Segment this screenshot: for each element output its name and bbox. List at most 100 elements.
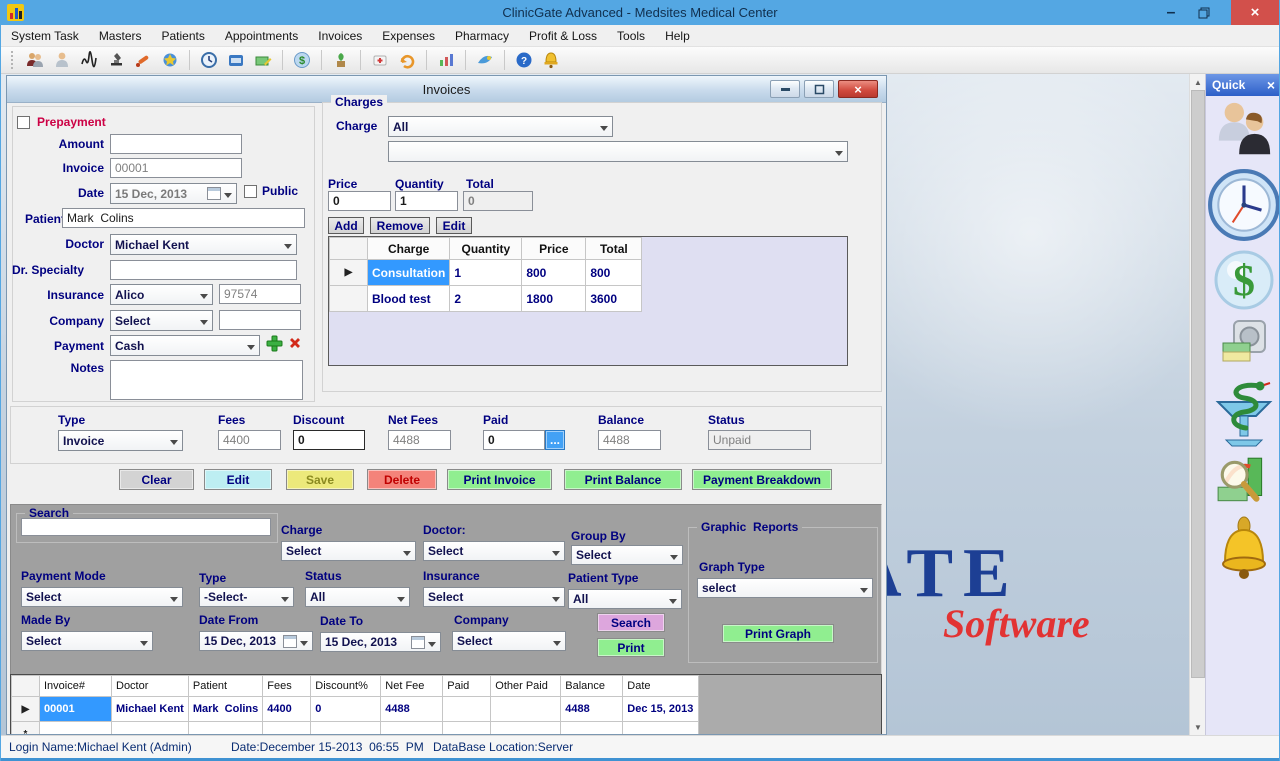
reports-bird-icon[interactable]	[475, 50, 495, 70]
appointments-clock-icon[interactable]	[1206, 168, 1280, 242]
charges-grid-row[interactable]: ▶ Consultation 1 800 800	[330, 260, 642, 286]
cell[interactable]	[443, 722, 491, 736]
prepayment-checkbox[interactable]	[17, 116, 30, 129]
header-cell[interactable]: Patient	[188, 676, 262, 697]
header-cell[interactable]: Total	[586, 238, 642, 260]
date-from-field[interactable]: 15 Dec, 2013	[199, 631, 313, 651]
menu-invoices[interactable]: Invoices	[308, 25, 372, 47]
header-cell[interactable]: Price	[522, 238, 586, 260]
invoices-minimize-button[interactable]	[770, 80, 800, 98]
save-button[interactable]: Save	[286, 469, 354, 490]
add-payment-method-icon[interactable]	[266, 335, 283, 357]
minimize-button[interactable]: –	[1157, 0, 1185, 25]
pharmacy-box-icon[interactable]	[370, 50, 390, 70]
notes-field[interactable]	[110, 360, 303, 400]
type-select[interactable]: Invoice	[58, 430, 183, 451]
signature-icon[interactable]	[79, 50, 99, 70]
specialty-field[interactable]	[110, 260, 297, 280]
filter-company-select[interactable]: Select	[452, 631, 566, 651]
cell[interactable]: 800	[522, 260, 586, 286]
remove-button[interactable]: Remove	[370, 217, 430, 234]
cell[interactable]: 4488	[561, 697, 623, 722]
patients-icon[interactable]	[1206, 98, 1280, 160]
cell[interactable]	[381, 722, 443, 736]
reminder-bell-icon[interactable]	[1206, 516, 1280, 584]
delete-button[interactable]: Delete	[367, 469, 437, 490]
paid-field[interactable]: 0	[483, 430, 545, 450]
add-button[interactable]: Add	[328, 217, 364, 234]
cell[interactable]	[491, 697, 561, 722]
cell[interactable]: 3600	[586, 286, 642, 312]
menu-appointments[interactable]: Appointments	[215, 25, 308, 47]
row-selector-header[interactable]	[330, 238, 368, 260]
cell[interactable]	[40, 722, 112, 736]
print-graph-button[interactable]: Print Graph	[722, 624, 834, 643]
amount-field[interactable]	[110, 134, 242, 154]
header-cell[interactable]: Net Fee	[381, 676, 443, 697]
cell[interactable]	[491, 722, 561, 736]
doctor-select[interactable]: Michael Kent	[110, 234, 297, 255]
discount-field[interactable]: 0	[293, 430, 365, 450]
clear-button[interactable]: Clear	[119, 469, 194, 490]
billing-dollar-icon[interactable]: $	[1206, 250, 1280, 310]
search-input[interactable]	[21, 518, 271, 536]
charges-grid-row[interactable]: Blood test 2 1800 3600	[330, 286, 642, 312]
profit-chart-icon[interactable]	[436, 50, 456, 70]
company-select[interactable]: Select	[110, 310, 213, 331]
results-grid-row[interactable]: ▶ 00001 Michael Kent Mark Colins 4400 0 …	[12, 697, 699, 722]
cell[interactable]	[188, 722, 262, 736]
header-cell[interactable]: Discount%	[311, 676, 381, 697]
help-icon[interactable]: ?	[514, 50, 534, 70]
charge-category-select[interactable]: All	[388, 116, 613, 137]
current-row-arrow[interactable]: ▶	[12, 697, 40, 722]
header-cell[interactable]: Quantity	[450, 238, 522, 260]
header-cell[interactable]: Doctor	[112, 676, 189, 697]
finance-dollar-icon[interactable]: $	[292, 50, 312, 70]
row-selector-header[interactable]	[12, 676, 40, 697]
cell[interactable]: 1800	[522, 286, 586, 312]
filter-doctor-select[interactable]: Select	[423, 541, 565, 561]
public-checkbox[interactable]	[244, 185, 257, 198]
row-selector[interactable]	[330, 286, 368, 312]
cell[interactable]: Michael Kent	[112, 697, 189, 722]
cash-drawer-icon[interactable]	[1206, 318, 1280, 366]
menu-expenses[interactable]: Expenses	[372, 25, 445, 47]
invoices-restore-button[interactable]	[804, 80, 834, 98]
clock-icon[interactable]	[199, 50, 219, 70]
patient-field[interactable]: Mark Colins	[62, 208, 305, 228]
undo-arrow-icon[interactable]	[397, 50, 417, 70]
print-invoice-button[interactable]: Print Invoice	[447, 469, 552, 490]
menu-profit-loss[interactable]: Profit & Loss	[519, 25, 607, 47]
cell[interactable]: 800	[586, 260, 642, 286]
cell[interactable]: 0	[311, 697, 381, 722]
reminder-bell-icon[interactable]	[541, 50, 561, 70]
delete-payment-method-icon[interactable]	[287, 335, 303, 356]
cell[interactable]: Dec 15, 2013	[623, 697, 699, 722]
cell[interactable]: Blood test	[368, 286, 450, 312]
invoice-box-icon[interactable]	[226, 50, 246, 70]
header-cell[interactable]: Other Paid	[491, 676, 561, 697]
scrollbar-thumb[interactable]	[1191, 90, 1205, 678]
close-button[interactable]: ×	[1231, 0, 1279, 25]
new-row-marker[interactable]: *	[12, 722, 40, 736]
payment-note-icon[interactable]	[253, 50, 273, 70]
menu-system-task[interactable]: System Task	[1, 25, 89, 47]
payment-breakdown-button[interactable]: Payment Breakdown	[692, 469, 832, 490]
company-number-field[interactable]	[219, 310, 301, 330]
expense-plant-icon[interactable]	[331, 50, 351, 70]
graph-type-select[interactable]: select	[697, 578, 873, 598]
pharmacy-symbol-icon[interactable]	[1206, 378, 1280, 450]
cell[interactable]	[561, 722, 623, 736]
filter-status-select[interactable]: All	[305, 587, 410, 607]
cell[interactable]	[263, 722, 311, 736]
payment-select[interactable]: Cash	[110, 335, 260, 356]
cell[interactable]: 4400	[263, 697, 311, 722]
results-grid-new-row[interactable]: *	[12, 722, 699, 736]
payment-mode-select[interactable]: Select	[21, 587, 183, 607]
insurance-number-field[interactable]: 97574	[219, 284, 301, 304]
edit-invoice-button[interactable]: Edit	[204, 469, 272, 490]
menu-masters[interactable]: Masters	[89, 25, 152, 47]
cell[interactable]: Mark Colins	[188, 697, 262, 722]
filter-insurance-select[interactable]: Select	[423, 587, 565, 607]
patient-type-select[interactable]: All	[568, 589, 682, 609]
